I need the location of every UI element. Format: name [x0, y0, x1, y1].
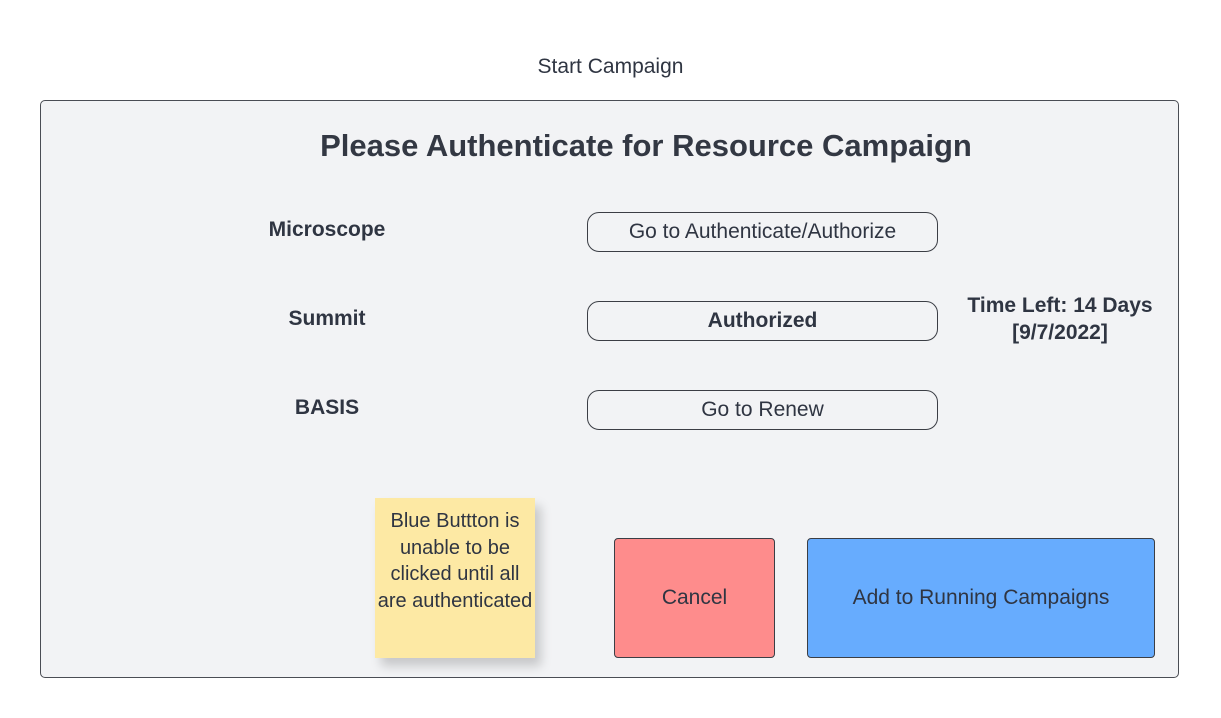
page-title: Start Campaign [537, 55, 684, 78]
sticky-note: Blue Buttton is unable to be clicked unt… [375, 498, 535, 658]
renew-basis-button[interactable]: Go to Renew [587, 390, 938, 430]
cancel-button[interactable]: Cancel [614, 538, 775, 658]
authenticate-microscope-button[interactable]: Go to Authenticate/Authorize [587, 212, 938, 252]
resource-label-basis: BASIS [294, 396, 360, 419]
resource-label-microscope: Microscope [268, 218, 386, 241]
add-to-running-campaigns-button[interactable]: Add to Running Campaigns [807, 538, 1155, 658]
page: Start Campaign Please Authenticate for R… [0, 0, 1221, 718]
summit-authorized-status[interactable]: Authorized [587, 301, 938, 341]
dialog-heading: Please Authenticate for Resource Campaig… [320, 128, 972, 163]
time-left-date: [9/7/2022] [1012, 321, 1108, 344]
summit-time-left: Time Left: 14 Days [9/7/2022] [950, 292, 1170, 346]
resource-label-summit: Summit [288, 307, 366, 330]
time-left-days: Time Left: 14 Days [967, 294, 1153, 317]
